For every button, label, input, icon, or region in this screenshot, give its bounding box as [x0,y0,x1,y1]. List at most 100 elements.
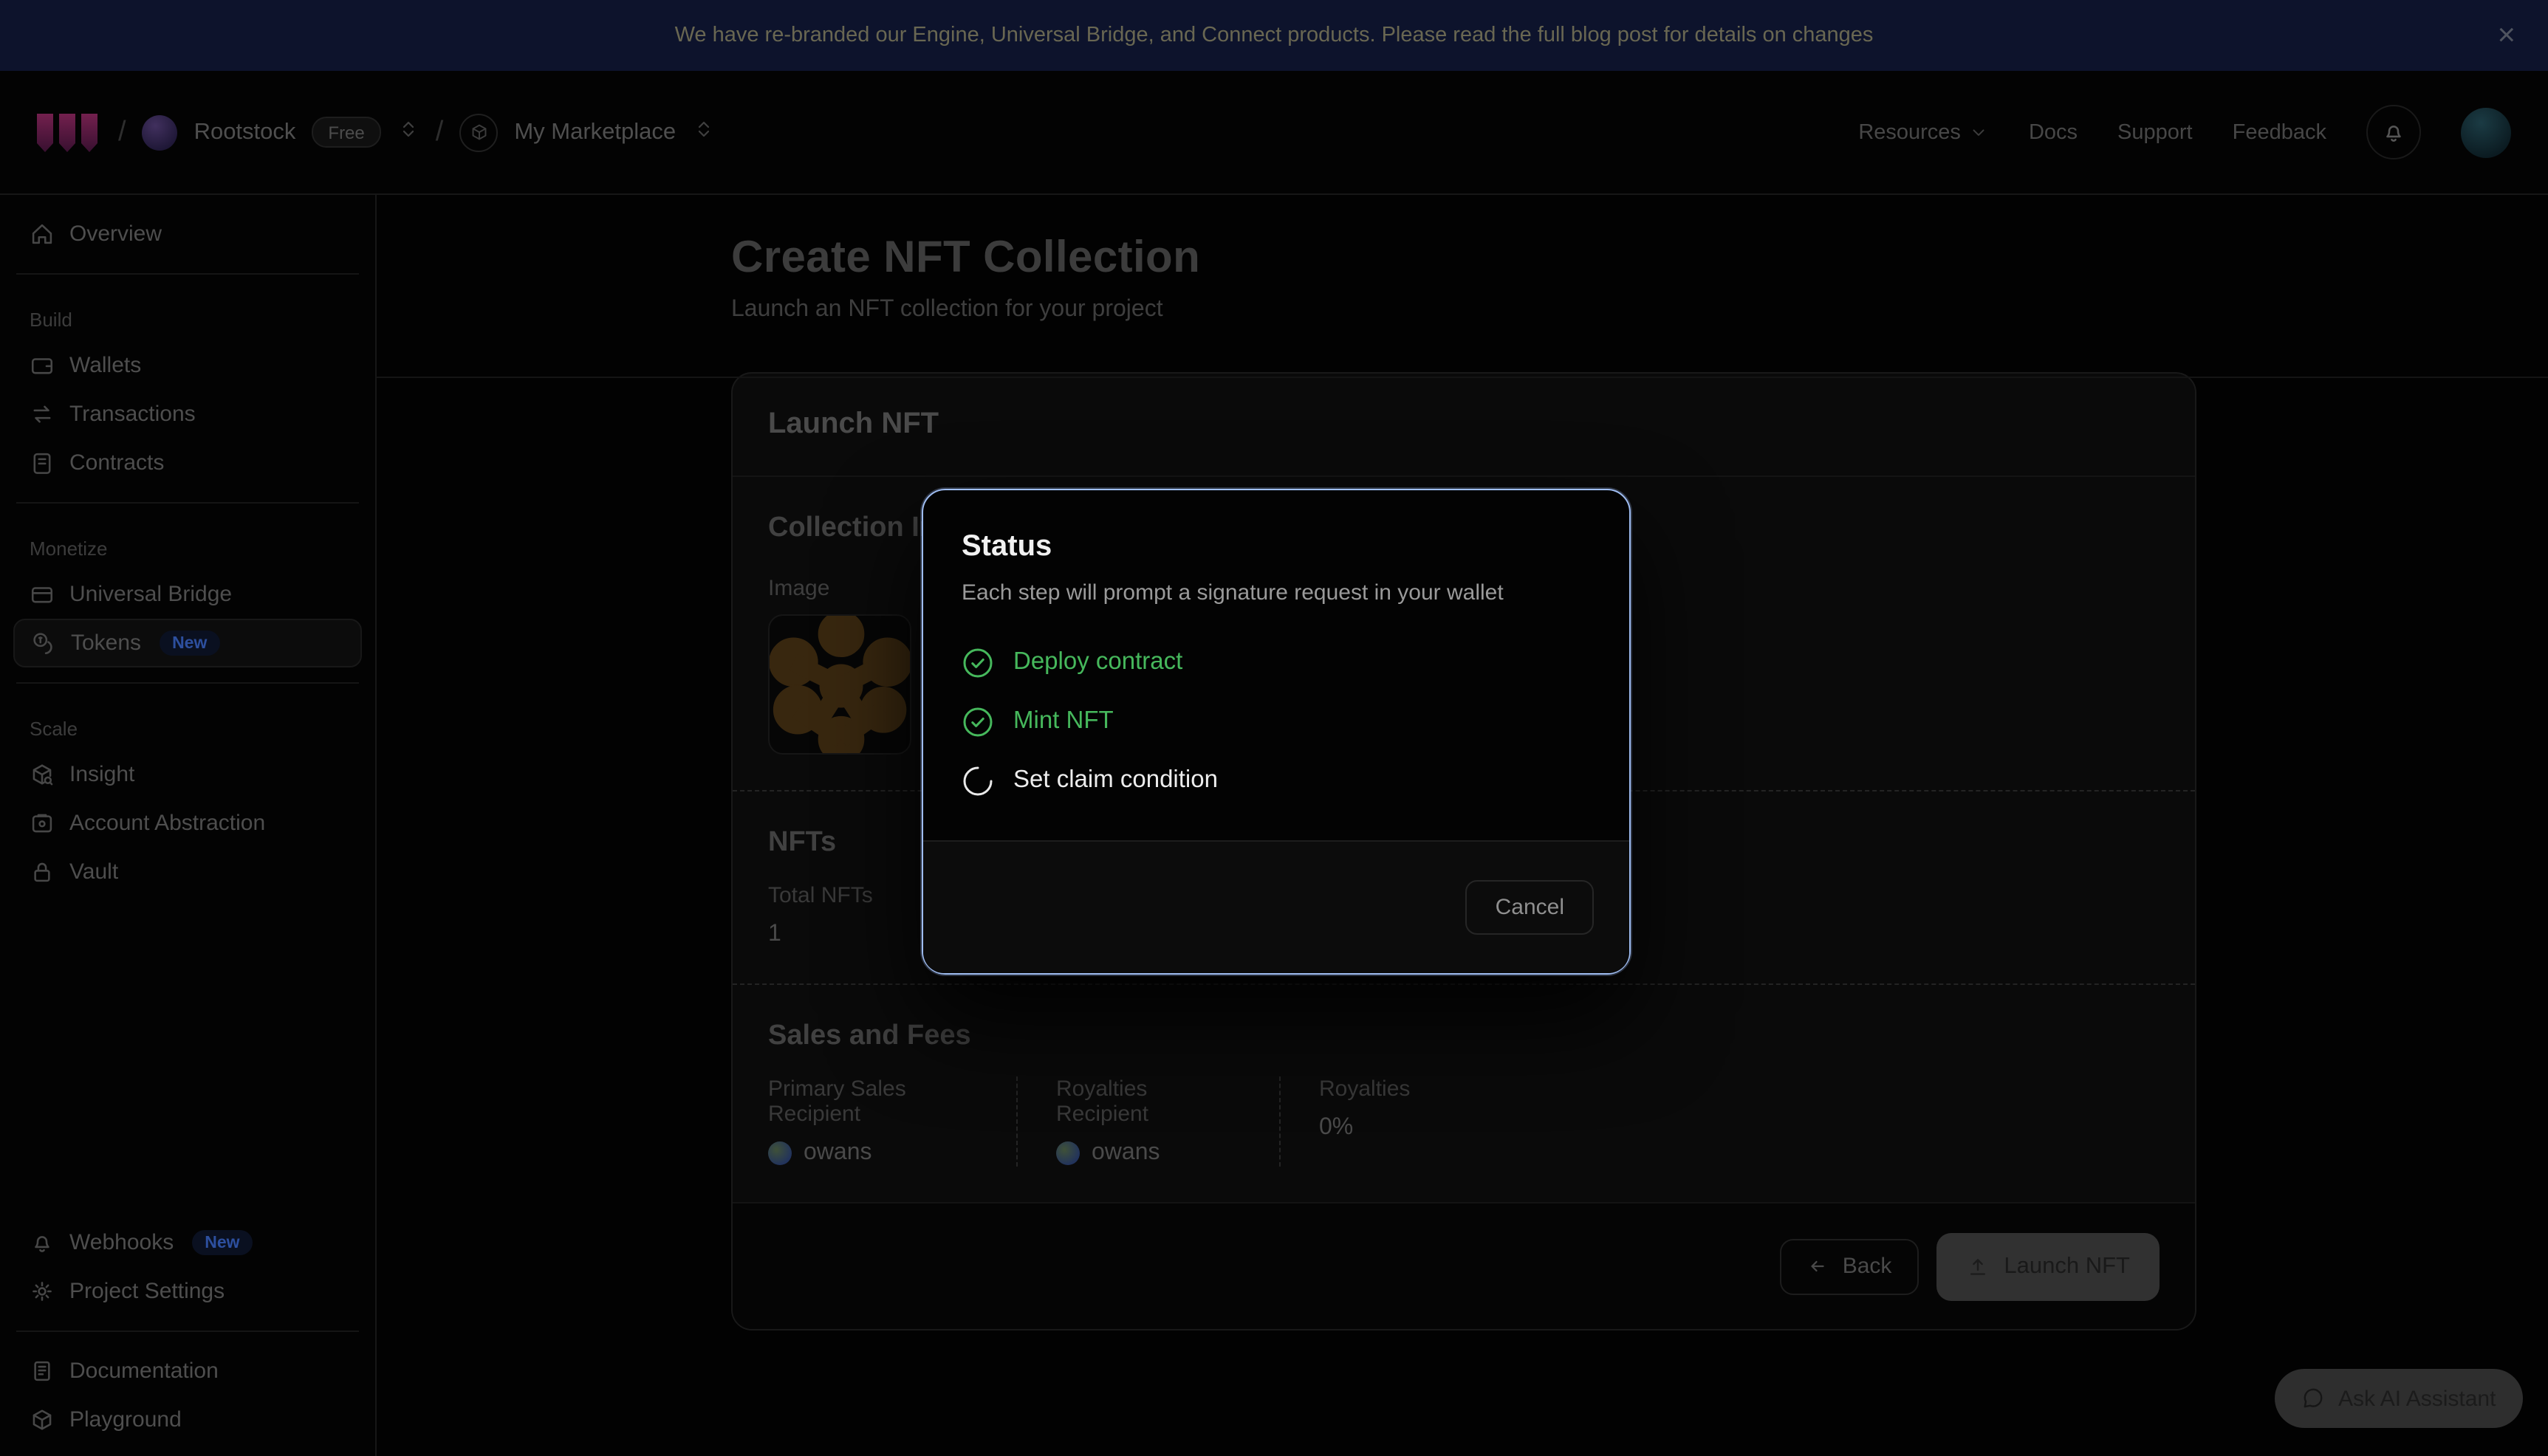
divider [16,273,359,275]
section-title: Sales and Fees [768,1020,2160,1053]
sidebar-item-webhooks[interactable]: Webhooks New [13,1218,362,1267]
project-switcher[interactable]: My Marketplace [459,113,714,151]
chevron-down-icon [1970,123,1989,142]
sidebar-item-contracts[interactable]: Contracts [13,439,362,487]
sidebar-item-insight[interactable]: Insight [13,750,362,799]
thirdweb-logo[interactable] [37,113,102,151]
chat-bubble-icon [2301,1387,2325,1410]
card-footer: Back Launch NFT [733,1202,2195,1329]
divider [16,1330,359,1332]
check-circle-icon [962,646,994,679]
total-nfts-value: 1 [768,921,895,948]
cube-icon [30,1407,55,1432]
dialog-footer: Cancel [923,840,1629,973]
header-nav: Resources Docs Support Feedback [1858,105,2511,159]
divider [16,502,359,504]
arrow-left-icon [1807,1255,1829,1277]
book-icon [30,1359,55,1384]
credit-card-icon [30,582,55,607]
announcement-text: We have re-branded our Engine, Universal… [675,24,1874,47]
primary-sales-value: owans [768,1140,978,1167]
royalties-recipient-value: owans [1056,1140,1241,1167]
status-dialog: Status Each step will prompt a signature… [922,489,1631,975]
wallet-avatar [768,1141,792,1165]
wallet-avatar [1056,1141,1080,1165]
org-name: Rootstock [194,119,296,145]
account-avatar[interactable] [2461,107,2511,157]
royalties-value: 0% [1319,1115,1410,1141]
nav-support[interactable]: Support [2117,120,2193,144]
box-search-icon [30,762,55,787]
step-deploy-contract: Deploy contract [962,645,1591,679]
royalties-recipient-label: Royalties Recipient [1056,1076,1241,1127]
breadcrumb-separator: / [436,116,444,148]
gear-icon [30,1279,55,1304]
sidebar-item-tokens[interactable]: Tokens New [13,619,362,667]
smart-wallet-icon [30,811,55,836]
check-circle-icon [962,705,994,738]
sidebar-item-vault[interactable]: Vault [13,848,362,896]
notifications-button[interactable] [2366,105,2421,159]
divider [16,682,359,684]
nav-resources[interactable]: Resources [1858,120,1989,144]
bell-icon [30,1230,55,1255]
page-title: Create NFT Collection [731,195,2196,284]
launch-nft-button[interactable]: Launch NFT [1936,1232,2160,1300]
cancel-button[interactable]: Cancel [1466,880,1594,935]
org-switcher[interactable]: Rootstock Free [143,114,419,150]
spinner-icon [962,764,994,797]
page-subtitle: Launch an NFT collection for your projec… [731,297,2196,323]
dialog-title: Status [962,530,1591,564]
divider [377,377,2548,378]
thirdweb-dashboard: We have re-branded our Engine, Universal… [0,0,2548,1456]
collection-image-preview [768,614,911,755]
sidebar-section-monetize: Monetize [30,538,362,560]
nav-docs[interactable]: Docs [2029,120,2078,144]
blob-art [770,616,911,755]
sidebar-bottom: Webhooks New Project Settings Documentat… [13,1218,362,1444]
total-nfts-label: Total NFTs [768,883,895,908]
sidebar-item-universal-bridge[interactable]: Universal Bridge [13,570,362,619]
card-title: Launch NFT [768,408,939,442]
new-badge: New [191,1230,253,1255]
swap-arrows-icon [30,402,55,427]
announcement-banner: We have re-branded our Engine, Universal… [0,0,2548,71]
lock-icon [30,859,55,885]
breadcrumb-separator: / [118,116,126,148]
sidebar-item-overview[interactable]: Overview [13,210,362,258]
upload-icon [1965,1254,1989,1278]
home-icon [30,222,55,247]
sidebar-item-project-settings[interactable]: Project Settings [13,1267,362,1316]
sidebar-item-documentation[interactable]: Documentation [13,1347,362,1395]
ask-ai-assistant-button[interactable]: Ask AI Assistant [2275,1369,2522,1428]
sidebar-item-wallets[interactable]: Wallets [13,341,362,390]
sidebar-section-scale: Scale [30,718,362,740]
plan-badge: Free [312,117,380,148]
primary-sales-label: Primary Sales Recipient [768,1076,978,1127]
project-cube-icon [459,113,498,151]
bell-icon [2381,120,2406,145]
sidebar-item-playground[interactable]: Playground [13,1395,362,1444]
nav-feedback[interactable]: Feedback [2233,120,2326,144]
chevrons-up-down-icon [692,117,714,147]
wallet-icon [30,353,55,378]
back-button[interactable]: Back [1781,1238,1919,1294]
breadcrumb: / Rootstock Free / My Marketplace [37,113,714,151]
org-avatar [143,114,178,150]
new-badge: New [159,631,220,656]
step-mint-nft: Mint NFT [962,704,1591,738]
contract-file-icon [30,450,55,475]
chevrons-up-down-icon [397,117,419,147]
sales-fees-section: Sales and Fees Primary Sales Recipient o… [733,985,2195,1202]
sidebar: Overview Build Wallets Transactions Cont… [0,195,377,1456]
dialog-subtitle: Each step will prompt a signature reques… [962,580,1591,605]
sidebar-item-account-abstraction[interactable]: Account Abstraction [13,799,362,848]
coins-icon [31,631,56,656]
sidebar-item-transactions[interactable]: Transactions [13,390,362,439]
close-icon[interactable]: × [2497,20,2516,51]
step-set-claim-condition: Set claim condition [962,763,1591,797]
project-name: My Marketplace [514,119,676,145]
royalties-label: Royalties [1319,1076,1410,1102]
app-header: / Rootstock Free / My Marketplace [0,71,2548,195]
sidebar-section-build: Build [30,309,362,331]
